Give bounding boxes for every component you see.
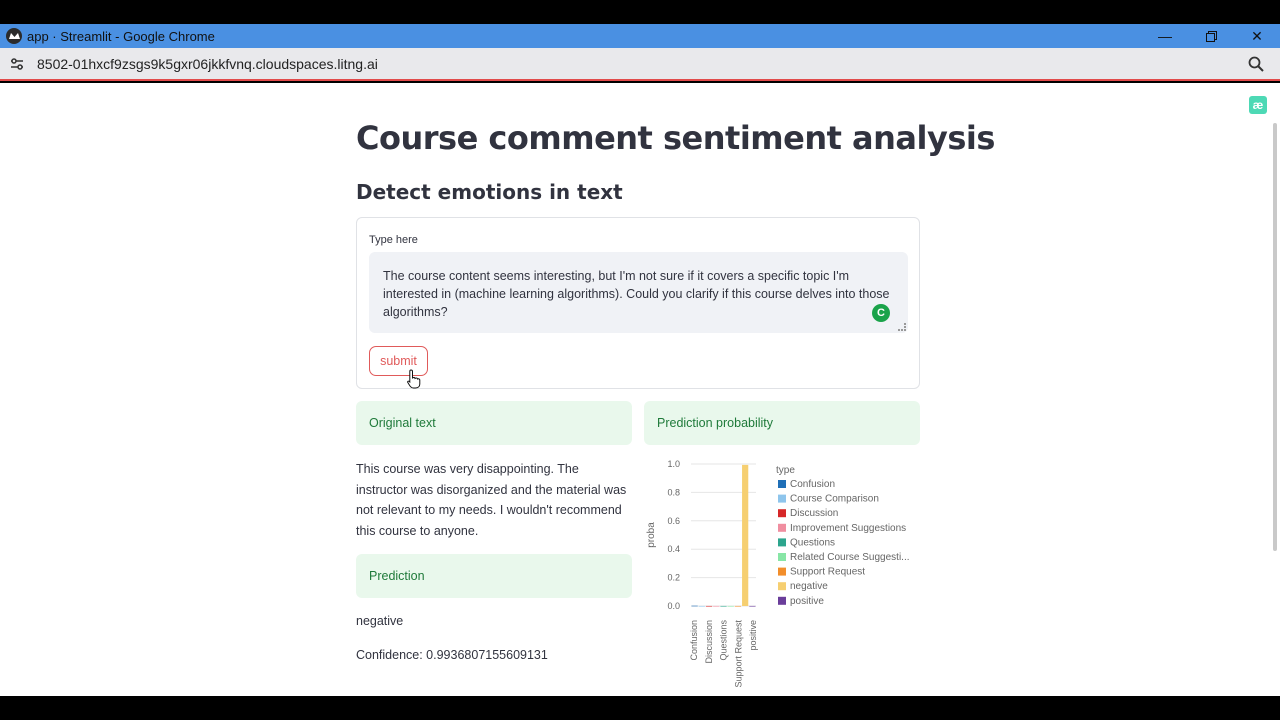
x-tick-label: Support Request — [733, 620, 743, 688]
y-tick-label: 0.6 — [667, 516, 680, 526]
window-title: app · Streamlit - Google Chrome — [27, 28, 215, 44]
legend-label: Questions — [790, 537, 835, 548]
search-icon[interactable] — [1248, 56, 1264, 72]
y-tick-label: 0.4 — [667, 544, 680, 554]
legend-swatch — [778, 509, 786, 518]
original-text: This course was very disappointing. The … — [356, 462, 627, 538]
probability-chart: 0.0 0.2 0.4 0.6 0.8 1.0 proba Confusion Discussi… — [646, 459, 910, 688]
bar-positive — [749, 605, 756, 607]
bar-support-request — [734, 605, 742, 607]
bar-confusion — [691, 605, 698, 607]
input-label: Type here — [369, 234, 418, 246]
bar-related-course-suggesti- — [727, 605, 734, 607]
comment-textarea[interactable]: The course content seems interesting, bu… — [369, 252, 908, 333]
y-tick-label: 0.2 — [667, 573, 680, 583]
bar-negative — [742, 464, 749, 606]
legend-label: positive — [790, 596, 824, 607]
prediction-probability-header: Prediction probability — [644, 401, 920, 445]
address-bar: 8502-01hxcf9zsgs9k5gxr06jkkfvnq.cloudspa… — [0, 48, 1280, 81]
comment-text: The course content seems interesting, bu… — [383, 269, 890, 319]
grammarly-icon[interactable]: C — [872, 304, 890, 322]
resize-handle-icon[interactable] — [898, 323, 906, 331]
site-settings-icon[interactable] — [9, 56, 25, 72]
legend-swatch — [778, 480, 786, 488]
legend-label: Improvement Suggestions — [790, 523, 906, 534]
legend-swatch — [778, 582, 786, 591]
y-tick-label: 0.0 — [667, 601, 680, 611]
legend-label: Discussion — [790, 508, 838, 519]
bar-improvement-suggestions — [713, 605, 720, 607]
minimize-icon[interactable]: — — [1142, 24, 1188, 48]
legend-swatch — [778, 523, 786, 532]
legend-swatch — [778, 553, 786, 561]
page-content: æ Course comment sentiment analysis Dete… — [0, 83, 1280, 696]
url-field[interactable]: 8502-01hxcf9zsgs9k5gxr06jkkfvnq.cloudspa… — [37, 56, 378, 72]
legend-swatch — [778, 538, 786, 547]
legend-swatch — [778, 567, 786, 576]
legend-label: negative — [790, 581, 828, 592]
legend-title: type — [776, 465, 795, 476]
extension-icon[interactable]: æ — [1249, 96, 1267, 114]
input-form: Type here The course content seems inter… — [356, 217, 920, 389]
legend-swatch — [778, 494, 786, 503]
legend-label: Support Request — [790, 567, 865, 578]
legend-label: Related Course Suggesti... — [790, 552, 910, 563]
prediction-value: negative — [356, 614, 404, 628]
prediction-header: Prediction — [356, 554, 632, 598]
x-tick-label: positive — [748, 620, 758, 651]
bar-questions — [720, 605, 727, 607]
page-title: Course comment sentiment analysis — [356, 119, 995, 157]
close-icon[interactable]: ✕ — [1234, 24, 1280, 48]
scrollbar[interactable] — [1273, 123, 1277, 551]
restore-icon[interactable] — [1188, 24, 1234, 48]
page-subtitle: Detect emotions in text — [356, 180, 623, 204]
y-axis-label: proba — [646, 522, 657, 548]
legend-label: Confusion — [790, 479, 835, 490]
browser-titlebar: app · Streamlit - Google Chrome — ✕ — [0, 24, 1280, 48]
x-tick-label: Discussion — [704, 620, 714, 664]
y-tick-label: 0.8 — [667, 487, 680, 497]
bar-course-comparison — [698, 605, 705, 607]
bar-discussion — [705, 605, 713, 607]
x-tick-label: Questions — [719, 620, 729, 661]
streamlit-icon — [6, 28, 22, 44]
legend-label: Course Comparison — [790, 494, 879, 505]
hand-cursor-icon — [407, 369, 421, 394]
screen-top-bar — [0, 0, 1280, 24]
original-text-header: Original text — [356, 401, 632, 445]
y-tick-label: 1.0 — [667, 459, 680, 469]
confidence-text: Confidence: 0.9936807155609131 — [356, 648, 548, 662]
x-tick-label: Confusion — [689, 620, 699, 661]
legend-swatch — [778, 596, 786, 605]
